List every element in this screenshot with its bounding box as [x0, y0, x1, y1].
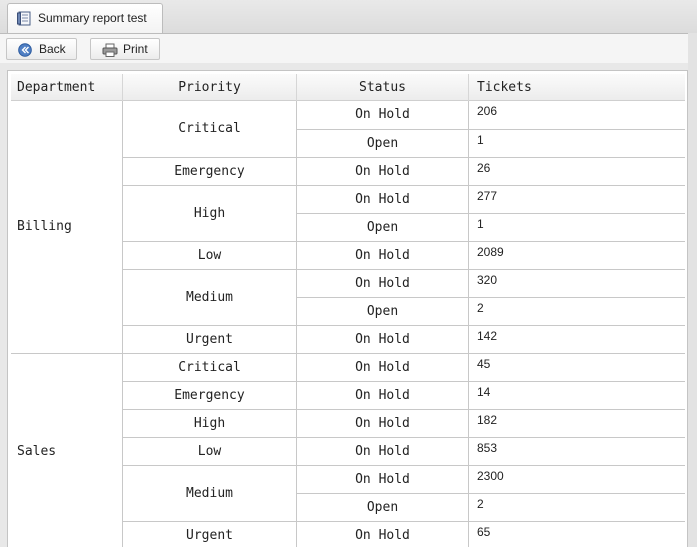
priority-cell: Urgent [123, 521, 297, 547]
tickets-cell: 277 [469, 185, 685, 213]
priority-cell: Critical [123, 353, 297, 381]
priority-cell: Emergency [123, 381, 297, 409]
tickets-cell: 320 [469, 269, 685, 297]
status-cell: On Hold [297, 437, 469, 465]
tab-summary-report[interactable]: Summary report test [7, 3, 163, 33]
tickets-cell: 206 [477, 104, 498, 118]
status-cell: Open [297, 493, 469, 521]
header-department[interactable]: Department [11, 74, 123, 101]
header-tickets[interactable]: Tickets [469, 74, 685, 101]
status-cell: On Hold [297, 101, 469, 129]
tickets-cell: 142 [469, 325, 685, 353]
priority-cell: High [123, 185, 297, 241]
toolbar: Back Print [0, 33, 697, 63]
status-cell: Open [297, 297, 469, 325]
tab-title: Summary report test [38, 11, 147, 25]
priority-cell: Medium [123, 269, 297, 325]
status-cell: Open [297, 129, 469, 157]
tickets-cell: 2 [469, 297, 685, 325]
report-icon [17, 11, 31, 26]
scrollbar[interactable] [688, 33, 697, 547]
tickets-cell: 2300 [469, 465, 685, 493]
status-cell: On Hold [297, 269, 469, 297]
tickets-cell: 853 [469, 437, 685, 465]
status-cell: On Hold [297, 465, 469, 493]
status-cell: On Hold [297, 381, 469, 409]
header-status[interactable]: Status [297, 74, 469, 101]
tickets-cell: 14 [469, 381, 685, 409]
status-cell: On Hold [297, 409, 469, 437]
priority-cell: Urgent [123, 325, 297, 353]
priority-cell: Low [123, 437, 297, 465]
priority-cell: Critical [123, 101, 297, 157]
priority-cell: High [123, 409, 297, 437]
tickets-cell: 2089 [469, 241, 685, 269]
priority-cell: Medium [123, 465, 297, 521]
status-cell: On Hold [297, 353, 469, 381]
status-cell: On Hold [297, 521, 469, 547]
back-button[interactable]: Back [6, 38, 77, 60]
print-button[interactable]: Print [90, 38, 160, 60]
tickets-cell: 45 [469, 353, 685, 381]
tickets-cell: 65 [469, 521, 685, 547]
department-cell: Sales [11, 353, 123, 547]
printer-icon [102, 43, 118, 57]
report-panel: Department Priority Status Tickets Billi… [7, 70, 688, 547]
status-cell: On Hold [297, 325, 469, 353]
table-header: Department Priority Status Tickets [11, 74, 685, 101]
status-cell: On Hold [297, 185, 469, 213]
back-arrow-icon [18, 43, 32, 57]
tickets-cell: 1 [469, 129, 685, 157]
status-cell: On Hold [297, 157, 469, 185]
tab-bar: Summary report test [0, 0, 697, 33]
department-cell: Billing [11, 101, 123, 353]
tickets-cell: 26 [469, 157, 685, 185]
print-button-label: Print [123, 42, 148, 56]
header-priority[interactable]: Priority [123, 74, 297, 101]
back-button-label: Back [39, 42, 66, 56]
tickets-cell: 1 [469, 213, 685, 241]
tickets-cell: 2 [469, 493, 685, 521]
status-cell: On Hold [297, 241, 469, 269]
priority-cell: Low [123, 241, 297, 269]
tickets-cell: 182 [469, 409, 685, 437]
status-cell: Open [297, 213, 469, 241]
priority-cell: Emergency [123, 157, 297, 185]
